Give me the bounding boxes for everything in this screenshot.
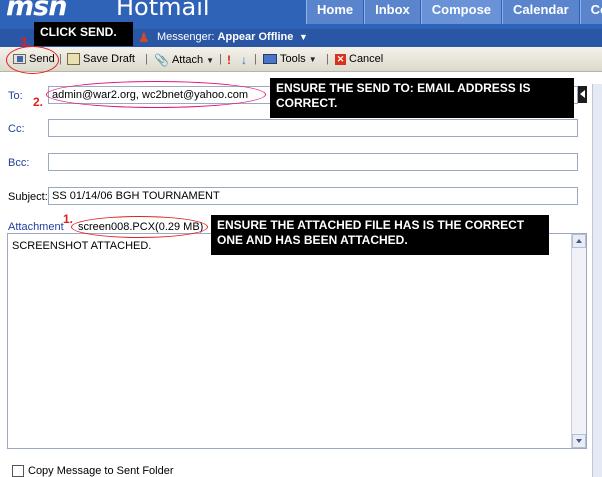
high-priority-icon[interactable]: ! [227,53,231,67]
copy-to-sent-option[interactable]: Copy Message to Sent Folder [12,465,174,477]
bcc-label[interactable]: Bcc: [8,157,29,169]
chevron-down-icon: ▼ [206,55,215,65]
step-2-number: 2. [33,95,44,109]
chevron-down-icon: ▼ [308,54,317,64]
save-draft-button[interactable]: Save Draft [67,53,135,65]
attachments-label: Attachment [8,221,64,233]
save-draft-icon [67,53,80,65]
tab-contacts[interactable]: Cont [579,0,602,24]
to-label[interactable]: To: [8,90,23,102]
messenger-buddy-icon: ♟ [138,30,150,45]
step-1-number: 1. [63,212,74,226]
toolbar-separator: | [219,53,222,65]
tools-button[interactable]: Tools ▼ [263,53,317,65]
toolbar-separator: | [59,53,62,65]
send-highlight-oval [6,46,59,74]
attachment-highlight-oval [71,216,208,238]
to-highlight-oval [46,81,266,108]
copy-to-sent-checkbox[interactable] [12,465,24,477]
tools-icon [263,54,277,64]
body-scrollbar[interactable] [571,234,586,448]
save-draft-label: Save Draft [83,53,135,65]
attach-button[interactable]: 📎 Attach ▼ [154,53,214,67]
expand-address-icon[interactable] [578,86,587,103]
message-body[interactable]: SCREENSHOT ATTACHED. [7,233,587,449]
message-body-text: SCREENSHOT ATTACHED. [12,240,152,252]
tools-label: Tools [280,53,306,65]
cancel-label: Cancel [349,53,384,65]
subject-label: Subject: [8,191,48,203]
right-panel-edge [592,84,602,477]
cc-label[interactable]: Cc: [8,123,25,135]
hotmail-title: Hotmail [116,0,210,21]
messenger-status[interactable]: Appear Offline [218,31,294,43]
compose-toolbar: Send | Save Draft | 📎 Attach ▼ | ! ↓ | T… [0,47,602,72]
attach-label: Attach [171,54,204,66]
tab-home[interactable]: Home [306,0,364,24]
chevron-down-icon[interactable]: ▼ [299,32,308,42]
messenger-status-text[interactable]: Messenger: Appear Offline [157,31,293,43]
click-send-callout: CLICK SEND. [34,22,133,46]
copy-to-sent-label: Copy Message to Sent Folder [28,465,174,477]
low-priority-icon[interactable]: ↓ [241,53,247,67]
close-icon: ✕ [335,53,346,65]
subject-field[interactable]: SS 01/14/06 BGH TOURNAMENT [48,187,578,205]
tab-inbox[interactable]: Inbox [364,0,420,24]
bcc-field[interactable] [48,153,578,171]
scroll-up-icon[interactable] [572,234,586,248]
nav-tabs: Home Inbox Compose Calendar Cont [306,0,602,24]
cc-field[interactable] [48,119,578,137]
paperclip-icon: 📎 [154,53,169,67]
toolbar-separator: | [254,53,257,65]
toolbar-separator: | [326,53,329,65]
tab-calendar[interactable]: Calendar [502,0,579,24]
toolbar-separator: | [145,53,148,65]
ensure-to-callout: ENSURE THE SEND TO: EMAIL ADDRESS IS COR… [270,78,574,118]
cancel-button[interactable]: ✕ Cancel [335,53,383,65]
msn-logo[interactable]: msn [6,0,67,22]
ensure-attach-callout: ENSURE THE ATTACHED FILE HAS IS THE CORR… [211,215,549,255]
scroll-down-icon[interactable] [572,434,586,448]
tab-compose[interactable]: Compose [420,0,502,24]
messenger-label: Messenger: [157,31,215,43]
